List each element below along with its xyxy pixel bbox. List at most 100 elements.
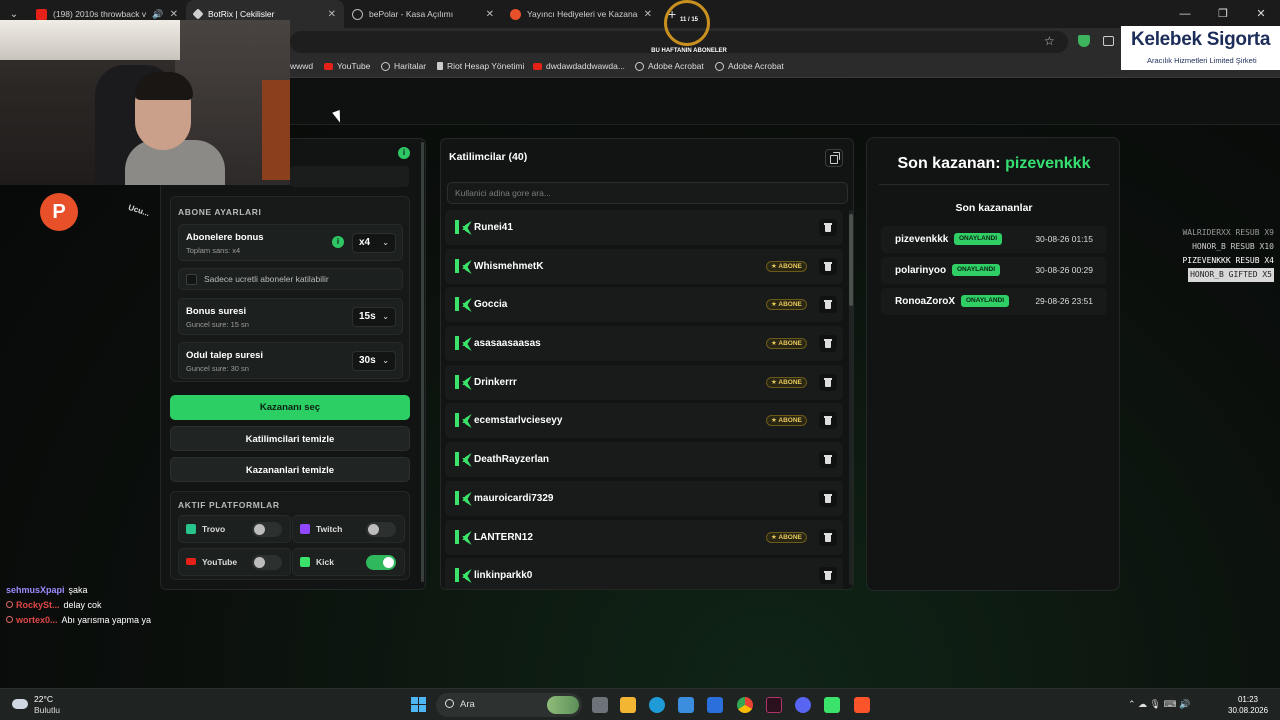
- bookmark-item[interactable]: Adobe Acrobat: [715, 61, 784, 71]
- sub-bonus-select[interactable]: x4 ⌄: [352, 233, 396, 253]
- delete-icon[interactable]: [819, 412, 837, 430]
- bookmark-item[interactable]: wwwd: [290, 61, 313, 71]
- platform-kick: Kick: [292, 548, 405, 576]
- taskbar-search[interactable]: Ara: [436, 693, 582, 717]
- bookmark-item[interactable]: dwdawdaddwawda...: [533, 61, 625, 71]
- participant-row: Runei41: [445, 210, 843, 245]
- kick-app-icon[interactable]: [824, 697, 840, 713]
- subscriber-badge: ★ ABONE: [766, 338, 807, 350]
- bookmark-item[interactable]: YouTube: [324, 61, 370, 71]
- delete-icon[interactable]: [819, 373, 837, 391]
- clock-time: 01:23: [1237, 695, 1259, 704]
- participant-search-input[interactable]: [448, 183, 847, 203]
- system-clock[interactable]: 01:23 30.08.2026: [1228, 694, 1268, 716]
- claim-time-row: Odul talep suresi Guncel sure: 30 sn 30s…: [178, 342, 403, 379]
- winner-date: 30-08-26 00:29: [1035, 265, 1093, 275]
- youtube-toggle[interactable]: [252, 555, 282, 570]
- close-tab-icon[interactable]: ✕: [328, 9, 336, 20]
- edge-icon[interactable]: [649, 697, 665, 713]
- subscriber-badge: ★ ABONE: [766, 260, 807, 272]
- kick-toggle[interactable]: [366, 555, 396, 570]
- speaker-icon[interactable]: 🔊: [152, 9, 163, 20]
- pick-winner-button[interactable]: Kazananı seç: [170, 395, 410, 420]
- twitch-icon: [300, 524, 310, 534]
- delete-icon[interactable]: [819, 489, 837, 507]
- settings-input[interactable]: [290, 166, 409, 187]
- alert-item: HONOR_B RESUB X10: [1192, 242, 1274, 251]
- browser-tab-bepolar[interactable]: bePolar - Kasa Açılımı ✕: [344, 0, 502, 28]
- close-tab-icon[interactable]: ✕: [644, 9, 652, 20]
- chat-text: şaka: [68, 585, 88, 595]
- delete-icon[interactable]: [819, 335, 837, 353]
- minimize-icon[interactable]: —: [1166, 0, 1204, 28]
- delete-icon[interactable]: [819, 567, 837, 585]
- app-icon[interactable]: [766, 697, 782, 713]
- info-icon[interactable]: i: [332, 236, 344, 248]
- youtube-icon: [36, 8, 47, 20]
- webcam-person-hair: [135, 72, 193, 100]
- participant-row: LANTERN12 ★ ABONE: [445, 519, 843, 555]
- copy-icon[interactable]: [825, 149, 843, 167]
- delete-icon[interactable]: [819, 296, 837, 314]
- info-icon[interactable]: i: [398, 147, 410, 159]
- bookmark-star-icon[interactable]: ☆: [1044, 34, 1055, 48]
- bookmark-item[interactable]: Haritalar: [381, 61, 426, 71]
- delete-icon[interactable]: [819, 219, 837, 236]
- windows-taskbar: 22°C Bulutlu Ara ⌃ ☁ 🎙 ⌨ 🔊 01:23 30.08.2…: [0, 688, 1280, 720]
- winner-row: RonoaZoroX ONAYLANDI 29-08-26 23:51: [881, 288, 1107, 315]
- bookmark-label: Adobe Acrobat: [648, 61, 704, 71]
- bookmark-item[interactable]: Riot Hesap Yönetimi: [437, 61, 524, 71]
- claim-time-select[interactable]: 30s ⌄: [352, 351, 396, 371]
- participant-name: mauroicardi7329: [474, 492, 554, 504]
- task-view-icon[interactable]: [592, 697, 608, 713]
- chrome-icon[interactable]: [737, 697, 753, 713]
- winner-date: 29-08-26 23:51: [1035, 296, 1093, 306]
- trovo-toggle[interactable]: [252, 522, 282, 537]
- delete-icon[interactable]: [819, 257, 837, 275]
- mail-icon[interactable]: [707, 697, 723, 713]
- kick-icon: [455, 413, 467, 428]
- clear-winners-button[interactable]: Kazananlari temizle: [170, 457, 410, 482]
- close-tab-icon[interactable]: ✕: [486, 9, 494, 20]
- delete-icon[interactable]: [819, 451, 837, 469]
- store-icon[interactable]: [678, 697, 694, 713]
- file-explorer-icon[interactable]: [620, 697, 636, 713]
- globe-icon: [715, 61, 724, 71]
- tab-search-chevron-icon[interactable]: ⌄: [0, 9, 28, 20]
- system-tray[interactable]: ⌃ ☁ 🎙 ⌨ 🔊: [1128, 699, 1190, 710]
- browser-tab-gifts[interactable]: Yayıncı Hediyeleri ve Kazananlar ✕: [502, 0, 660, 28]
- chevron-down-icon: ⌄: [382, 312, 389, 321]
- search-icon: [445, 699, 454, 708]
- close-tab-icon[interactable]: ✕: [170, 9, 178, 20]
- only-paid-checkbox[interactable]: [186, 274, 197, 285]
- kick-icon: [455, 374, 467, 389]
- clock-date: 30.08.2026: [1228, 706, 1269, 715]
- discord-icon[interactable]: [795, 697, 811, 713]
- bookmark-item[interactable]: Adobe Acrobat: [635, 61, 704, 71]
- clear-participants-button[interactable]: Katilimcilari temizle: [170, 426, 410, 451]
- only-paid-label: Sadece ucretli aboneler katilabilir: [204, 274, 329, 284]
- subscriber-settings-section: ABONE AYARLARI Abonelere bonus Toplam sa…: [170, 196, 410, 382]
- tab-title: BotRix | Cekilisler: [208, 9, 275, 19]
- shield-extension-icon[interactable]: [1078, 35, 1090, 47]
- winner-name: pizevenkkk: [895, 234, 949, 245]
- bonus-time-select[interactable]: 15s ⌄: [352, 307, 396, 327]
- delete-icon[interactable]: [819, 528, 837, 546]
- participants-scrollbar[interactable]: [849, 210, 853, 585]
- twitch-toggle[interactable]: [366, 522, 396, 537]
- extension-icon[interactable]: [1103, 36, 1114, 46]
- tab-title: bePolar - Kasa Açılımı: [369, 9, 454, 19]
- weather-temp: 22°C: [34, 694, 53, 704]
- participant-name: asasaasaasas: [474, 338, 541, 350]
- windows-start-icon[interactable]: [411, 697, 426, 712]
- chat-badge-icon: [6, 616, 13, 623]
- participant-row: linkinparkk0: [445, 558, 843, 589]
- chat-username: sehmusXpapi: [6, 585, 65, 595]
- close-window-icon[interactable]: ✕: [1242, 0, 1280, 28]
- settings-scrollbar[interactable]: [421, 142, 424, 582]
- participant-name: Goccia: [474, 299, 508, 311]
- restore-icon[interactable]: ❐: [1204, 0, 1242, 28]
- bookmark-label: Haritalar: [394, 61, 427, 71]
- brave-icon[interactable]: [854, 697, 870, 713]
- subscriber-badge: ★ ABONE: [766, 531, 807, 543]
